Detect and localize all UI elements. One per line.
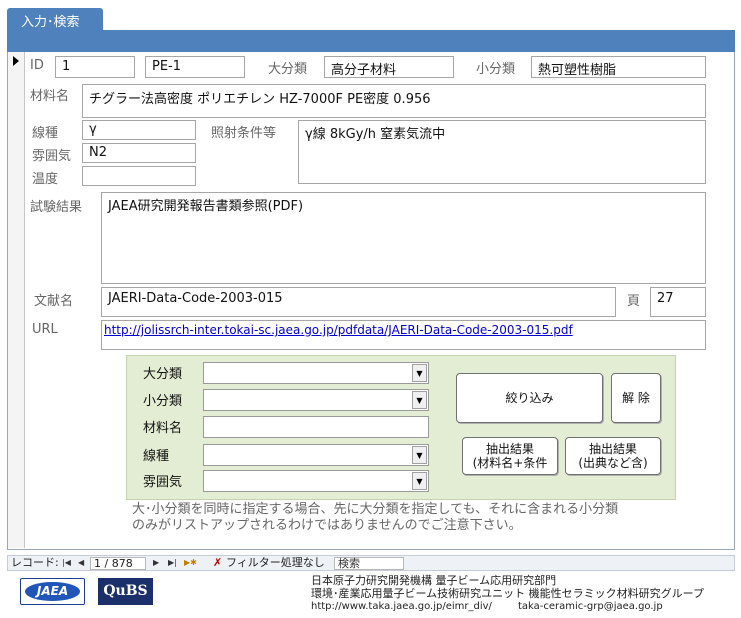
- org-line1: 日本原子力研究開発機構 量子ビーム応用研究部門: [311, 574, 557, 587]
- filter-minor-combo[interactable]: ▼: [203, 389, 429, 411]
- clear-filter-button[interactable]: 解 除: [611, 373, 661, 423]
- prev-record-icon[interactable]: ◀: [78, 556, 84, 570]
- filter-material-label: 材料名: [143, 421, 183, 436]
- page-label: 頁: [627, 294, 641, 309]
- material-label: 材料名: [30, 89, 70, 104]
- search-box[interactable]: 検索: [334, 557, 404, 570]
- org-line2: 環境･産業応用量子ビーム技術研究ユニット 機能性セラミック材料研究グループ: [311, 587, 705, 600]
- current-record-arrow-icon: [13, 56, 19, 66]
- id-field[interactable]: 1: [55, 56, 135, 78]
- filter-minor-label: 小分類: [143, 394, 183, 409]
- extract-source-button[interactable]: 抽出結果 (出典など含): [565, 437, 661, 475]
- material-field[interactable]: チグラー法高密度 ポリエチレン HZ-7000F PE密度 0.956: [82, 84, 706, 118]
- chevron-down-icon[interactable]: ▼: [412, 364, 427, 382]
- filter-note-line1: 大･小分類を同時に指定する場合、先に大分類を指定しても、それに含まれる小分類: [132, 502, 619, 517]
- atmosphere-field[interactable]: N2: [82, 143, 196, 163]
- url-field[interactable]: http://jolissrch-inter.tokai-sc.jaea.go.…: [101, 320, 706, 350]
- extract-material-line2: (材料名+条件: [472, 456, 548, 470]
- temperature-field[interactable]: [82, 166, 196, 186]
- extract-source-line1: 抽出結果: [588, 442, 637, 456]
- chevron-down-icon[interactable]: ▼: [412, 446, 427, 464]
- jaea-logo: JAEA: [20, 578, 85, 605]
- record-label: レコード:: [11, 556, 59, 569]
- radiation-type-field[interactable]: γ: [82, 120, 196, 140]
- filter-major-combo[interactable]: ▼: [203, 362, 429, 384]
- record-navigation-bar: レコード: |◀ ◀ 1 / 878 ▶ ▶| ▶✱ ✗ フィルター処理なし 検…: [7, 555, 735, 571]
- record-position-field[interactable]: 1 / 878: [90, 557, 146, 570]
- filter-status[interactable]: フィルター処理なし: [226, 556, 325, 570]
- result-label: 試験結果: [30, 200, 83, 215]
- reference-field[interactable]: JAERI-Data-Code-2003-015: [101, 287, 616, 317]
- form-header: [7, 30, 735, 52]
- minor-category-label: 小分類: [476, 62, 516, 77]
- chevron-down-icon[interactable]: ▼: [412, 472, 427, 490]
- new-record-icon[interactable]: ▶✱: [184, 556, 197, 570]
- temperature-label: 温度: [32, 172, 59, 187]
- filter-radiation-combo[interactable]: ▼: [203, 444, 429, 466]
- extract-material-button[interactable]: 抽出結果 (材料名+条件: [462, 437, 558, 475]
- last-record-icon[interactable]: ▶|: [168, 556, 177, 570]
- irradiation-field[interactable]: γ線 8kGy/h 窒素気流中: [298, 120, 706, 184]
- narrow-down-button[interactable]: 絞り込み: [456, 373, 603, 423]
- result-field[interactable]: JAEA研究開発報告書類参照(PDF): [101, 192, 706, 284]
- minor-category-field[interactable]: 熱可塑性樹脂: [531, 56, 706, 78]
- extract-source-line2: (出典など含): [578, 456, 648, 470]
- first-record-icon[interactable]: |◀: [62, 556, 71, 570]
- extract-material-line1: 抽出結果: [485, 442, 534, 456]
- filter-atmosphere-combo[interactable]: ▼: [203, 470, 429, 492]
- reference-label: 文献名: [34, 294, 74, 309]
- filter-note-line2: のみがリストアップされるわけではありませんのでご注意下さい。: [132, 518, 522, 533]
- page-field[interactable]: 27: [650, 287, 706, 317]
- chevron-down-icon[interactable]: ▼: [412, 391, 427, 409]
- atmosphere-label: 雰囲気: [32, 149, 72, 164]
- filter-material-input[interactable]: [203, 416, 429, 438]
- code-field[interactable]: PE-1: [145, 56, 245, 78]
- url-label: URL: [32, 322, 58, 337]
- id-label: ID: [30, 58, 44, 73]
- contact-email[interactable]: taka-ceramic-grp@jaea.go.jp: [518, 601, 663, 613]
- web-url[interactable]: http://www.taka.jaea.go.jp/eimr_div/: [311, 601, 492, 613]
- radiation-type-label: 線種: [32, 126, 59, 141]
- qubs-logo: QuBS: [98, 578, 153, 605]
- irradiation-label: 照射条件等: [211, 126, 277, 141]
- filter-atmosphere-label: 雰囲気: [143, 475, 183, 490]
- next-record-icon[interactable]: ▶: [153, 556, 159, 570]
- major-category-label: 大分類: [268, 62, 308, 77]
- url-link[interactable]: http://jolissrch-inter.tokai-sc.jaea.go.…: [104, 323, 573, 337]
- filter-off-icon: ✗: [213, 556, 223, 569]
- filter-radiation-label: 線種: [143, 449, 170, 464]
- filter-major-label: 大分類: [143, 367, 183, 382]
- record-selector[interactable]: [8, 52, 25, 548]
- tab-search-input[interactable]: 入力･検索: [7, 8, 103, 31]
- major-category-field[interactable]: 高分子材料: [324, 56, 454, 78]
